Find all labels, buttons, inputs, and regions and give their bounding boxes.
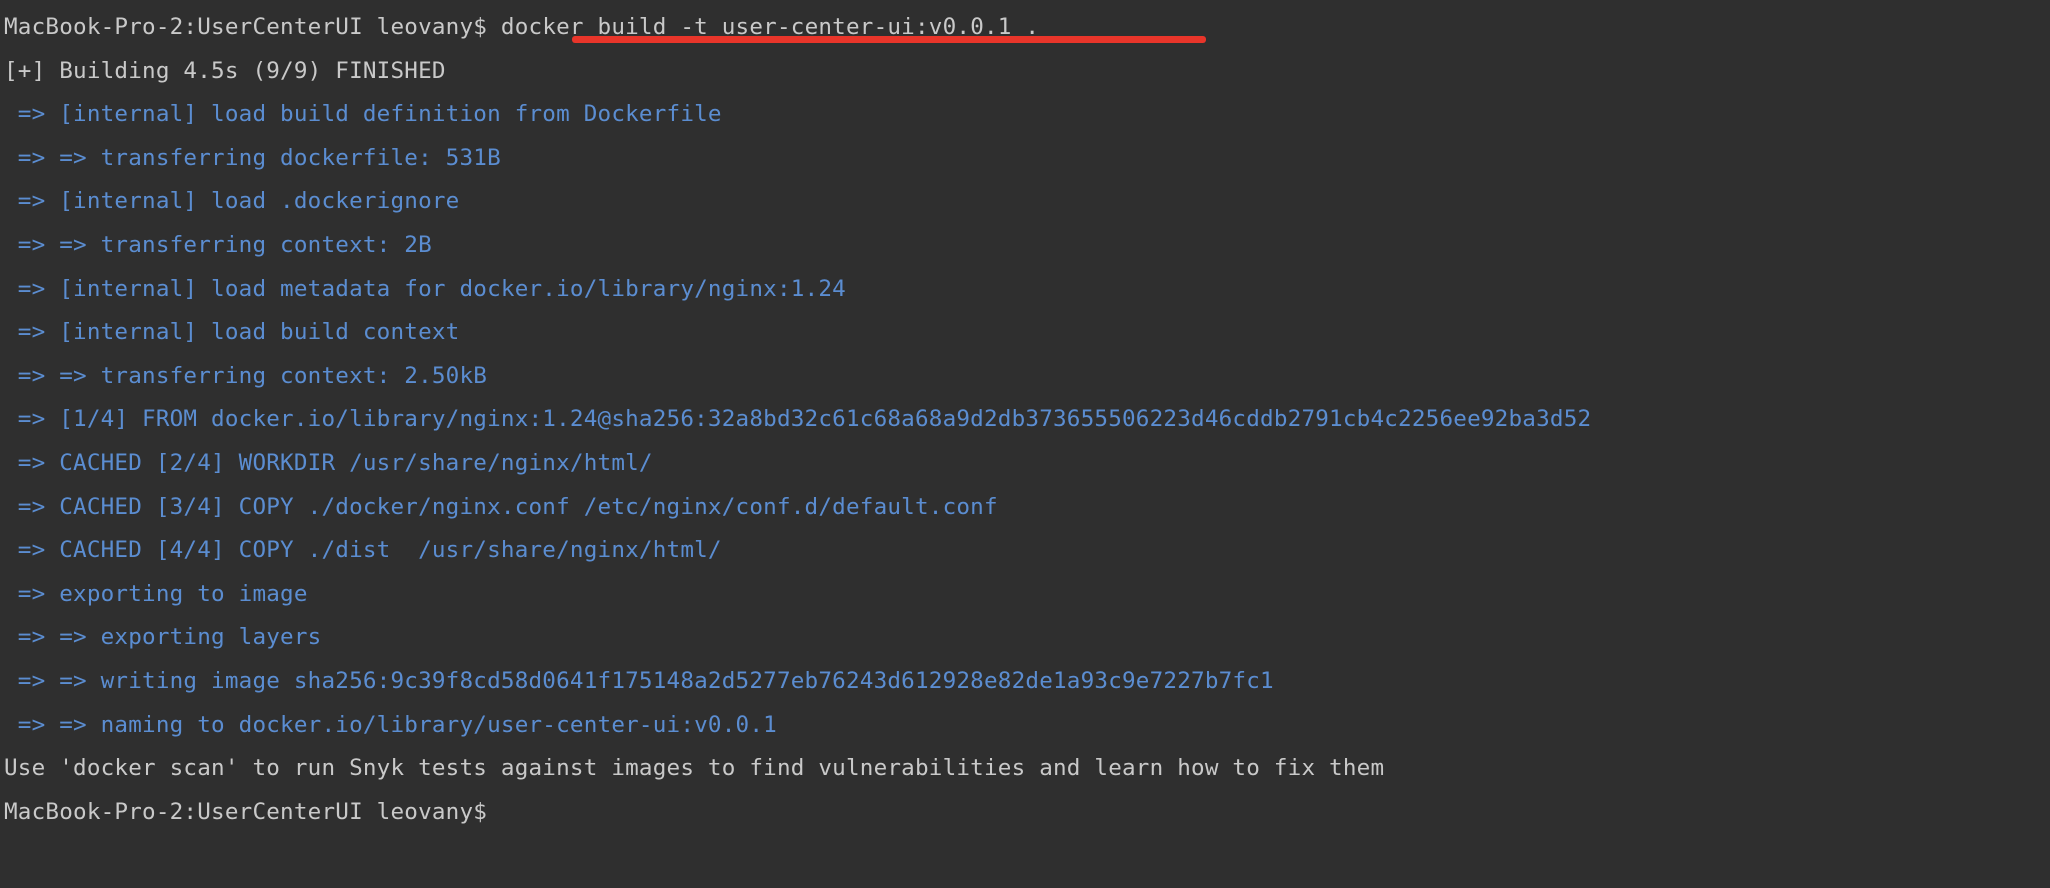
docker-scan-hint: Use 'docker scan' to run Snyk tests agai… [4, 755, 1385, 782]
shell-prompt: MacBook-Pro-2:UserCenterUI leovany$ [4, 14, 501, 40]
build-step-line: => [internal] load .dockerignore [4, 188, 460, 215]
next-shell-prompt: MacBook-Pro-2:UserCenterUI leovany$ [4, 798, 488, 825]
build-step-line: => CACHED [3/4] COPY ./docker/nginx.conf… [4, 493, 998, 520]
red-underline-annotation [572, 36, 1206, 43]
build-step-line: => CACHED [4/4] COPY ./dist /usr/share/n… [4, 537, 722, 564]
build-step-line: => => naming to docker.io/library/user-c… [4, 711, 777, 738]
build-step-line: => CACHED [2/4] WORKDIR /usr/share/nginx… [4, 449, 653, 476]
build-step-line: => => writing image sha256:9c39f8cd58d06… [4, 667, 1274, 694]
build-step-line: => exporting to image [4, 580, 308, 607]
build-header: [+] Building 4.5s (9/9) FINISHED [4, 57, 446, 84]
terminal-window[interactable]: MacBook-Pro-2:UserCenterUI leovany$ dock… [0, 0, 2050, 888]
build-step-line: => => transferring context: 2B [4, 231, 432, 258]
build-step-line: => [internal] load build context [4, 319, 460, 346]
build-step-line: => [internal] load build definition from… [4, 101, 722, 128]
build-step-line: => => exporting layers [4, 624, 322, 651]
build-step-line: => [1/4] FROM docker.io/library/nginx:1.… [4, 406, 1592, 433]
build-step-line: => => transferring dockerfile: 531B [4, 144, 501, 171]
build-step-line: => [internal] load metadata for docker.i… [4, 275, 846, 302]
command-line: MacBook-Pro-2:UserCenterUI leovany$ dock… [4, 6, 2050, 50]
build-step-line: => => transferring context: 2.50kB [4, 362, 488, 389]
